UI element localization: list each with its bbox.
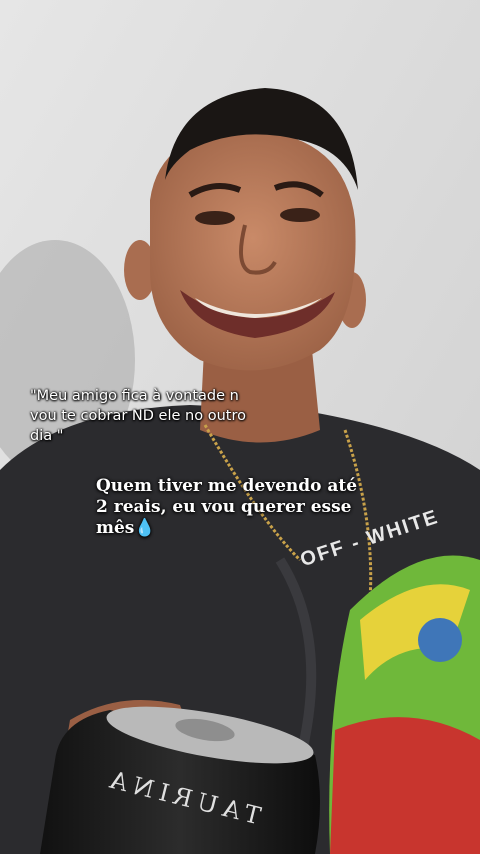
- eye-left: [195, 211, 235, 225]
- quote-line-1: "Meu amigo fica à vontade n: [30, 388, 239, 404]
- main-line-1: Quem tiver me devendo até: [96, 476, 358, 496]
- quote-caption: "Meu amigo fica à vontade n vou te cobra…: [30, 386, 270, 446]
- eye-right: [280, 208, 320, 222]
- main-caption: Quem tiver me devendo até 2 reais, eu vo…: [96, 476, 386, 539]
- main-line-3: mês💧: [96, 518, 386, 539]
- droplet-emoji: 💧: [134, 518, 156, 538]
- snack-bag-red: [330, 717, 480, 854]
- main-line-3-text: mês: [96, 518, 135, 538]
- snack-bag-blue: [418, 618, 462, 662]
- main-line-2: 2 reais, eu vou querer esse: [96, 497, 352, 517]
- video-frame: OFF - WHITE TAURINA "Meu amigo fica à vo…: [0, 0, 480, 854]
- quote-line-2: vou te cobrar ND ele no outro: [30, 408, 246, 424]
- quote-line-3: dia ": [30, 428, 64, 444]
